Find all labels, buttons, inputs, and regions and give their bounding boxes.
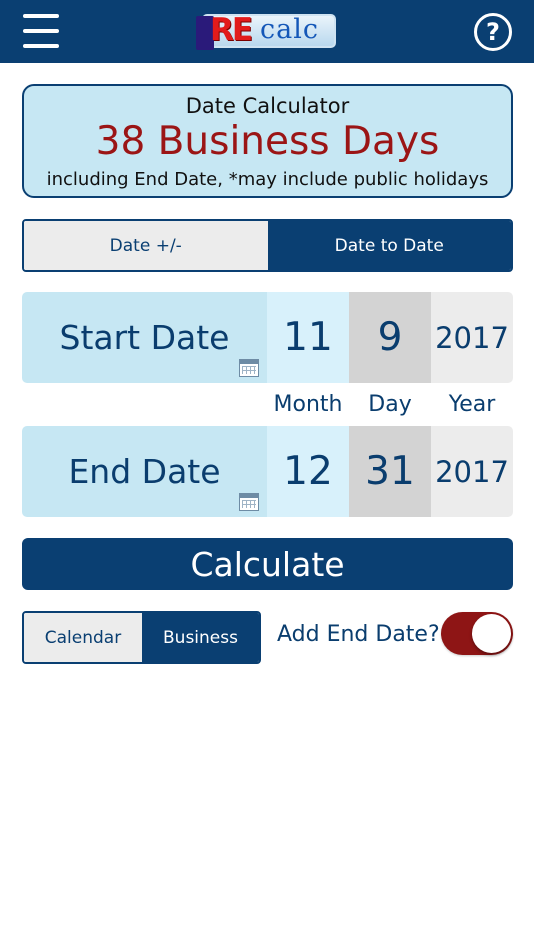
add-end-date-label: Add End Date? — [277, 622, 440, 647]
calculate-button[interactable]: Calculate — [22, 538, 513, 590]
start-day-field[interactable]: 9 — [349, 292, 431, 383]
question-circle-icon[interactable]: ? — [474, 13, 512, 51]
end-day-field[interactable]: 31 — [349, 426, 431, 517]
result-note: including End Date, *may include public … — [46, 169, 489, 190]
start-year-field[interactable]: 2017 — [431, 292, 513, 383]
start-date-button[interactable]: Start Date — [22, 292, 267, 383]
result-title: Date Calculator — [185, 94, 350, 118]
year-column-label: Year — [448, 392, 496, 417]
day-type-segmented-control: Calendar Business — [22, 611, 261, 664]
tab-date-plus-minus[interactable]: Date +/- — [24, 221, 268, 270]
month-column-label: Month — [273, 392, 343, 417]
end-date-button[interactable]: End Date — [22, 426, 267, 517]
hamburger-menu-icon[interactable] — [23, 14, 59, 48]
tab-calendar-days[interactable]: Calendar — [24, 613, 142, 662]
tab-date-to-date[interactable]: Date to Date — [267, 221, 511, 270]
tab-business-days[interactable]: Business — [142, 613, 259, 662]
end-month-field[interactable]: 12 — [267, 426, 349, 517]
calendar-icon — [239, 493, 259, 511]
logo-suffix: calc — [260, 14, 319, 45]
result-card: Date Calculator 38 Business Days includi… — [22, 84, 513, 198]
start-date-row: Start Date 11 9 2017 — [22, 292, 513, 383]
add-end-date-toggle[interactable] — [441, 612, 513, 655]
start-date-label: Start Date — [59, 318, 230, 357]
start-month-field[interactable]: 11 — [267, 292, 349, 383]
end-date-row: End Date 12 31 2017 — [22, 426, 513, 517]
logo-prefix: RE — [210, 12, 253, 48]
recalc-logo: RE calc — [196, 12, 338, 52]
end-year-field[interactable]: 2017 — [431, 426, 513, 517]
calendar-icon — [239, 359, 259, 377]
mode-segmented-control: Date +/- Date to Date — [22, 219, 513, 272]
day-column-label: Day — [368, 392, 412, 417]
result-value: 38 Business Days — [95, 119, 440, 164]
top-bar: RE calc ? — [0, 0, 534, 63]
toggle-knob — [472, 614, 511, 653]
end-date-label: End Date — [68, 452, 221, 491]
